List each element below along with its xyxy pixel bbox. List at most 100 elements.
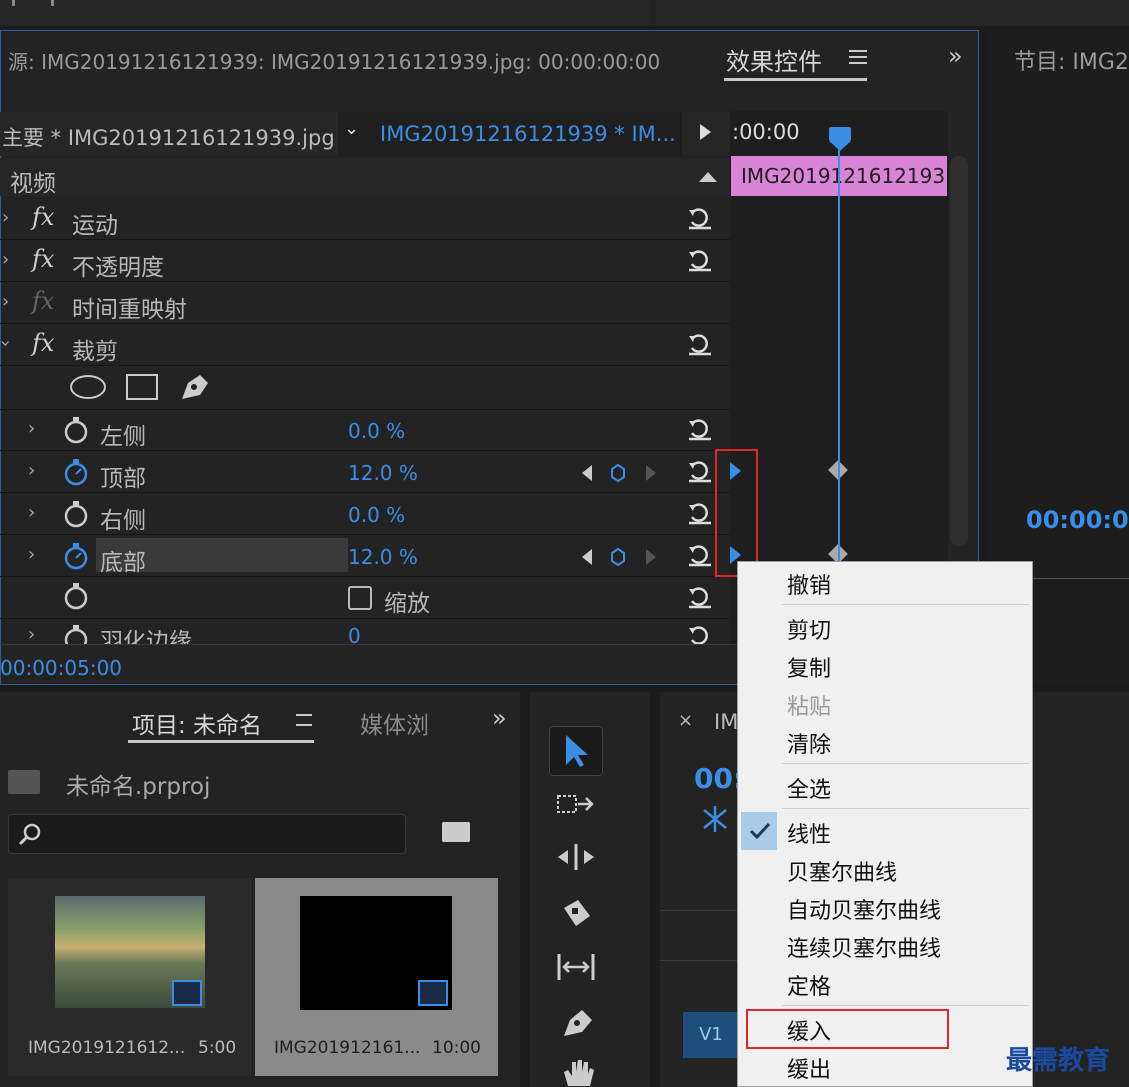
media-browser-tab[interactable]: 媒体浏 <box>360 706 429 740</box>
chevron-right-icon[interactable]: › <box>28 544 35 565</box>
param-value[interactable]: 0.0 % <box>348 419 405 443</box>
reset-icon[interactable] <box>687 624 713 644</box>
rectangle-mask-icon[interactable] <box>126 374 158 400</box>
menu-item-paste: 粘贴 <box>787 695 832 720</box>
menu-item-undo[interactable]: 撤销 <box>787 568 831 600</box>
reset-icon[interactable] <box>687 543 713 567</box>
fx-icon[interactable]: fx <box>32 245 54 273</box>
menu-item-clear[interactable]: 清除 <box>787 727 831 759</box>
param-row-left[interactable]: › 左侧 0.0 % <box>0 410 730 451</box>
panel-overflow-icon[interactable]: » <box>492 704 507 732</box>
fx-icon: fx <box>32 287 55 315</box>
stopwatch-active-icon[interactable] <box>62 458 90 486</box>
stopwatch-icon[interactable] <box>62 500 90 528</box>
stopwatch-icon[interactable] <box>62 624 90 644</box>
effect-name: 裁剪 <box>72 339 118 365</box>
ripple-edit-tool-icon[interactable] <box>556 842 596 872</box>
fx-icon[interactable]: fx <box>32 203 54 231</box>
project-tab[interactable]: 项目: 未命名 <box>132 706 262 740</box>
sequence-clip-label[interactable]: IMG20191216121939 * IM... <box>380 122 676 146</box>
reset-icon[interactable] <box>687 585 713 609</box>
chevron-right-icon[interactable]: › <box>2 249 9 270</box>
param-value[interactable]: 12.0 % <box>348 461 418 485</box>
playhead-handle[interactable] <box>829 127 851 141</box>
folder-up-icon[interactable] <box>8 770 40 794</box>
menu-item-bezier[interactable]: 贝塞尔曲线 <box>787 855 897 887</box>
zoom-checkbox[interactable] <box>348 586 372 610</box>
menu-item-linear[interactable]: 线性 <box>787 817 831 849</box>
menu-separator <box>782 763 1029 764</box>
chevron-right-icon[interactable]: › <box>2 291 9 312</box>
chevron-right-icon[interactable]: › <box>28 418 35 439</box>
effect-controls-tab[interactable]: 效果控件 <box>726 42 822 77</box>
sequence-tab[interactable]: IM <box>714 710 738 734</box>
effect-row-crop[interactable]: › fx 裁剪 <box>0 325 730 366</box>
reset-icon[interactable] <box>687 459 713 483</box>
master-clip-label[interactable]: 主要 * IMG20191216121939.jpg <box>2 122 335 152</box>
panel-menu-icon[interactable] <box>849 50 867 64</box>
chevron-right-icon[interactable]: › <box>28 502 35 523</box>
slip-tool-icon[interactable] <box>556 952 596 982</box>
stopwatch-icon[interactable] <box>62 416 90 444</box>
collapse-up-icon[interactable] <box>699 172 717 182</box>
chevron-down-icon[interactable]: ⌄ <box>344 118 359 139</box>
keyframe-navigator[interactable] <box>580 463 660 483</box>
selection-arrow-icon <box>566 735 588 767</box>
param-row-right[interactable]: › 右侧 0.0 % <box>0 494 730 535</box>
menu-item-cut[interactable]: 剪切 <box>787 613 831 645</box>
effect-row-opacity[interactable]: › fx 不透明度 <box>0 241 730 282</box>
current-time[interactable]: 00:00:05:00 <box>0 656 122 680</box>
fx-icon[interactable]: fx <box>32 329 54 357</box>
pen-tool-icon[interactable] <box>560 1006 596 1040</box>
source-tab[interactable]: 源: IMG20191216121939: IMG20191216121939.… <box>8 46 660 75</box>
menu-item-hold[interactable]: 定格 <box>787 969 831 1001</box>
reset-icon[interactable] <box>687 417 713 441</box>
snap-icon[interactable] <box>700 804 730 834</box>
vertical-scrollbar[interactable] <box>950 156 968 546</box>
chevron-right-icon[interactable]: › <box>2 207 9 228</box>
chevron-down-icon[interactable]: › <box>0 340 16 347</box>
reset-icon[interactable] <box>687 206 713 230</box>
effect-name: 不透明度 <box>72 255 164 281</box>
hand-tool-icon[interactable] <box>560 1058 596 1087</box>
param-value[interactable]: 12.0 % <box>348 545 418 569</box>
effect-row-time-remap[interactable]: › fx 时间重映射 <box>0 283 730 324</box>
menu-item-copy[interactable]: 复制 <box>787 651 831 683</box>
keyframe-navigator[interactable] <box>580 547 660 567</box>
menu-item-auto-bezier[interactable]: 自动贝塞尔曲线 <box>787 893 941 925</box>
panel-menu-icon[interactable] <box>296 714 312 726</box>
close-icon[interactable]: × <box>678 710 693 731</box>
param-row-scale[interactable]: 缩放 <box>0 578 730 619</box>
menu-item-continuous-bezier[interactable]: 连续贝塞尔曲线 <box>787 931 941 963</box>
program-tab[interactable]: 节目: IMG2 <box>1014 44 1129 76</box>
razor-tool-icon[interactable] <box>558 898 594 930</box>
pen-mask-icon[interactable] <box>178 371 212 403</box>
program-timecode[interactable]: 00:00:0 <box>1026 506 1129 534</box>
reset-icon[interactable] <box>687 332 713 356</box>
chevron-right-icon[interactable]: › <box>28 460 35 481</box>
track-v1-button[interactable]: V1 <box>683 1012 739 1058</box>
search-input[interactable] <box>8 814 406 854</box>
new-bin-icon[interactable] <box>442 822 470 842</box>
play-only-icon[interactable] <box>700 124 711 140</box>
stopwatch-icon[interactable] <box>62 582 90 610</box>
stopwatch-active-icon[interactable] <box>62 542 90 570</box>
ellipse-mask-icon[interactable] <box>70 375 106 399</box>
workspace-icon[interactable] <box>12 0 54 6</box>
reset-icon[interactable] <box>687 501 713 525</box>
param-value[interactable]: 0.0 % <box>348 503 405 527</box>
track-select-tool-icon[interactable] <box>556 790 596 820</box>
param-row-feather[interactable]: › 羽化边缘 0 <box>0 620 730 644</box>
effect-row-motion[interactable]: › fx 运动 <box>0 199 730 240</box>
chevron-right-icon[interactable]: › <box>28 624 35 644</box>
active-tab-underline <box>128 740 314 743</box>
panel-overflow-icon[interactable]: » <box>948 42 963 70</box>
menu-item-ease-out[interactable]: 缓出 <box>787 1052 831 1084</box>
param-row-top[interactable]: › 顶部 12.0 % <box>0 452 730 493</box>
param-value[interactable]: 0 <box>348 624 361 644</box>
menu-item-select-all[interactable]: 全选 <box>787 772 831 804</box>
reset-icon[interactable] <box>687 248 713 272</box>
program-ruler <box>1030 578 1129 579</box>
playhead-tip <box>829 141 851 151</box>
param-row-bottom[interactable]: › 底部 12.0 % <box>0 536 730 577</box>
